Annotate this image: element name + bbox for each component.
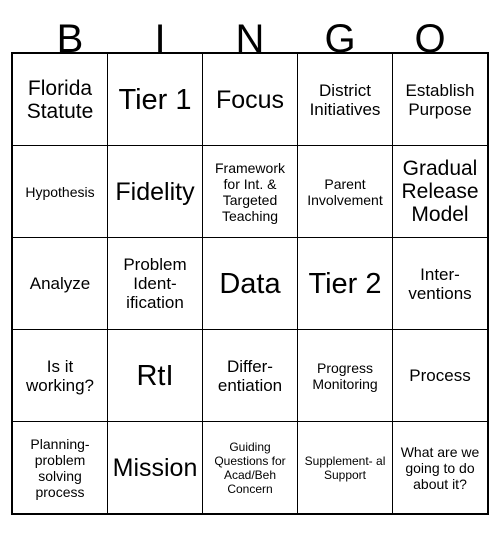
bingo-cell[interactable]: Analyze — [11, 237, 108, 330]
bingo-cell-label: Fidelity — [115, 177, 195, 206]
bingo-letter-b: B — [56, 17, 84, 61]
bingo-cell[interactable]: Hypothesis — [11, 145, 108, 238]
bingo-grid-body: Florida Statute Tier 1 Focus District In… — [11, 52, 489, 515]
bingo-cell-label: Inter- ventions — [408, 264, 472, 303]
bingo-cell[interactable]: Process — [392, 329, 489, 422]
bingo-cell-label: Data — [219, 267, 281, 300]
bingo-cell-label: District Initiatives — [309, 80, 381, 119]
bingo-cell[interactable]: Framework for Int. & Targeted Teaching — [202, 145, 298, 238]
bingo-cell[interactable]: Florida Statute — [11, 52, 108, 146]
bingo-row: Planning- problem solving process Missio… — [11, 421, 489, 515]
bingo-cell[interactable]: RtI — [107, 329, 203, 422]
bingo-cell-label: Hypothesis — [25, 183, 95, 200]
bingo-cell[interactable]: Parent Involvement — [297, 145, 393, 238]
bingo-cell[interactable]: Differ- entiation — [202, 329, 298, 422]
bingo-cell[interactable]: Progress Monitoring — [297, 329, 393, 422]
bingo-cell[interactable]: Guiding Questions for Acad/Beh Concern — [202, 421, 298, 515]
bingo-cell[interactable]: Data — [202, 237, 298, 330]
bingo-row: Analyze Problem Ident- ification Data Ti… — [11, 237, 489, 330]
bingo-cell-label: Supplement- al Support — [304, 453, 386, 482]
bingo-cell-label: What are we going to do about it? — [400, 443, 480, 492]
bingo-row: Florida Statute Tier 1 Focus District In… — [11, 52, 489, 146]
bingo-cell-label: Mission — [112, 453, 198, 482]
bingo-cell-label: Analyze — [29, 274, 91, 293]
bingo-cell-label: Guiding Questions for Acad/Beh Concern — [214, 439, 286, 496]
bingo-cell[interactable]: Supplement- al Support — [297, 421, 393, 515]
bingo-cell-label: RtI — [136, 359, 174, 392]
bingo-grid: Florida Statute Tier 1 Focus District In… — [11, 52, 489, 515]
bingo-cell-label: Progress Monitoring — [312, 359, 378, 392]
bingo-letter-n: N — [235, 17, 265, 61]
bingo-cell[interactable]: Planning- problem solving process — [11, 421, 108, 515]
bingo-cell[interactable]: District Initiatives — [297, 52, 393, 146]
bingo-row: Is it working? RtI Differ- entiation Pro… — [11, 329, 489, 422]
bingo-cell[interactable]: What are we going to do about it? — [392, 421, 489, 515]
bingo-cell-label: Differ- entiation — [217, 356, 283, 395]
bingo-letter-g: G — [324, 17, 356, 61]
bingo-cell-label: Gradual Release Model — [401, 157, 479, 226]
bingo-cell[interactable]: Is it working? — [11, 329, 108, 422]
bingo-cell[interactable]: Establish Purpose — [392, 52, 489, 146]
bingo-cell-label: Tier 2 — [308, 267, 382, 300]
bingo-letter-o: O — [414, 17, 446, 61]
bingo-cell[interactable]: Tier 2 — [297, 237, 393, 330]
bingo-cell[interactable]: Tier 1 — [107, 52, 203, 146]
bingo-cell-label: Establish Purpose — [405, 80, 475, 119]
bingo-cell-label: Florida Statute — [26, 76, 94, 123]
bingo-cell[interactable]: Gradual Release Model — [392, 145, 489, 238]
bingo-cell[interactable]: Problem Ident- ification — [107, 237, 203, 330]
bingo-cell[interactable]: Inter- ventions — [392, 237, 489, 330]
bingo-cell-label: Planning- problem solving process — [30, 435, 90, 500]
bingo-card: B I N G O Florida Statute Tier 1 Focus D… — [0, 0, 500, 544]
bingo-cell-label: Problem Ident- ification — [123, 255, 187, 312]
bingo-cell[interactable]: Mission — [107, 421, 203, 515]
bingo-cell[interactable]: Fidelity — [107, 145, 203, 238]
bingo-letter-i: I — [154, 17, 166, 61]
bingo-cell-label: Process — [409, 366, 471, 385]
bingo-header: B I N G O — [25, 0, 475, 61]
bingo-cell-label: Is it working? — [25, 356, 95, 395]
bingo-cell-label: Tier 1 — [118, 83, 192, 116]
bingo-cell[interactable]: Focus — [202, 52, 298, 146]
bingo-cell-label: Framework for Int. & Targeted Teaching — [214, 159, 285, 224]
bingo-cell-label: Focus — [215, 85, 285, 114]
bingo-cell-label: Parent Involvement — [307, 175, 383, 208]
bingo-row: Hypothesis Fidelity Framework for Int. &… — [11, 145, 489, 238]
